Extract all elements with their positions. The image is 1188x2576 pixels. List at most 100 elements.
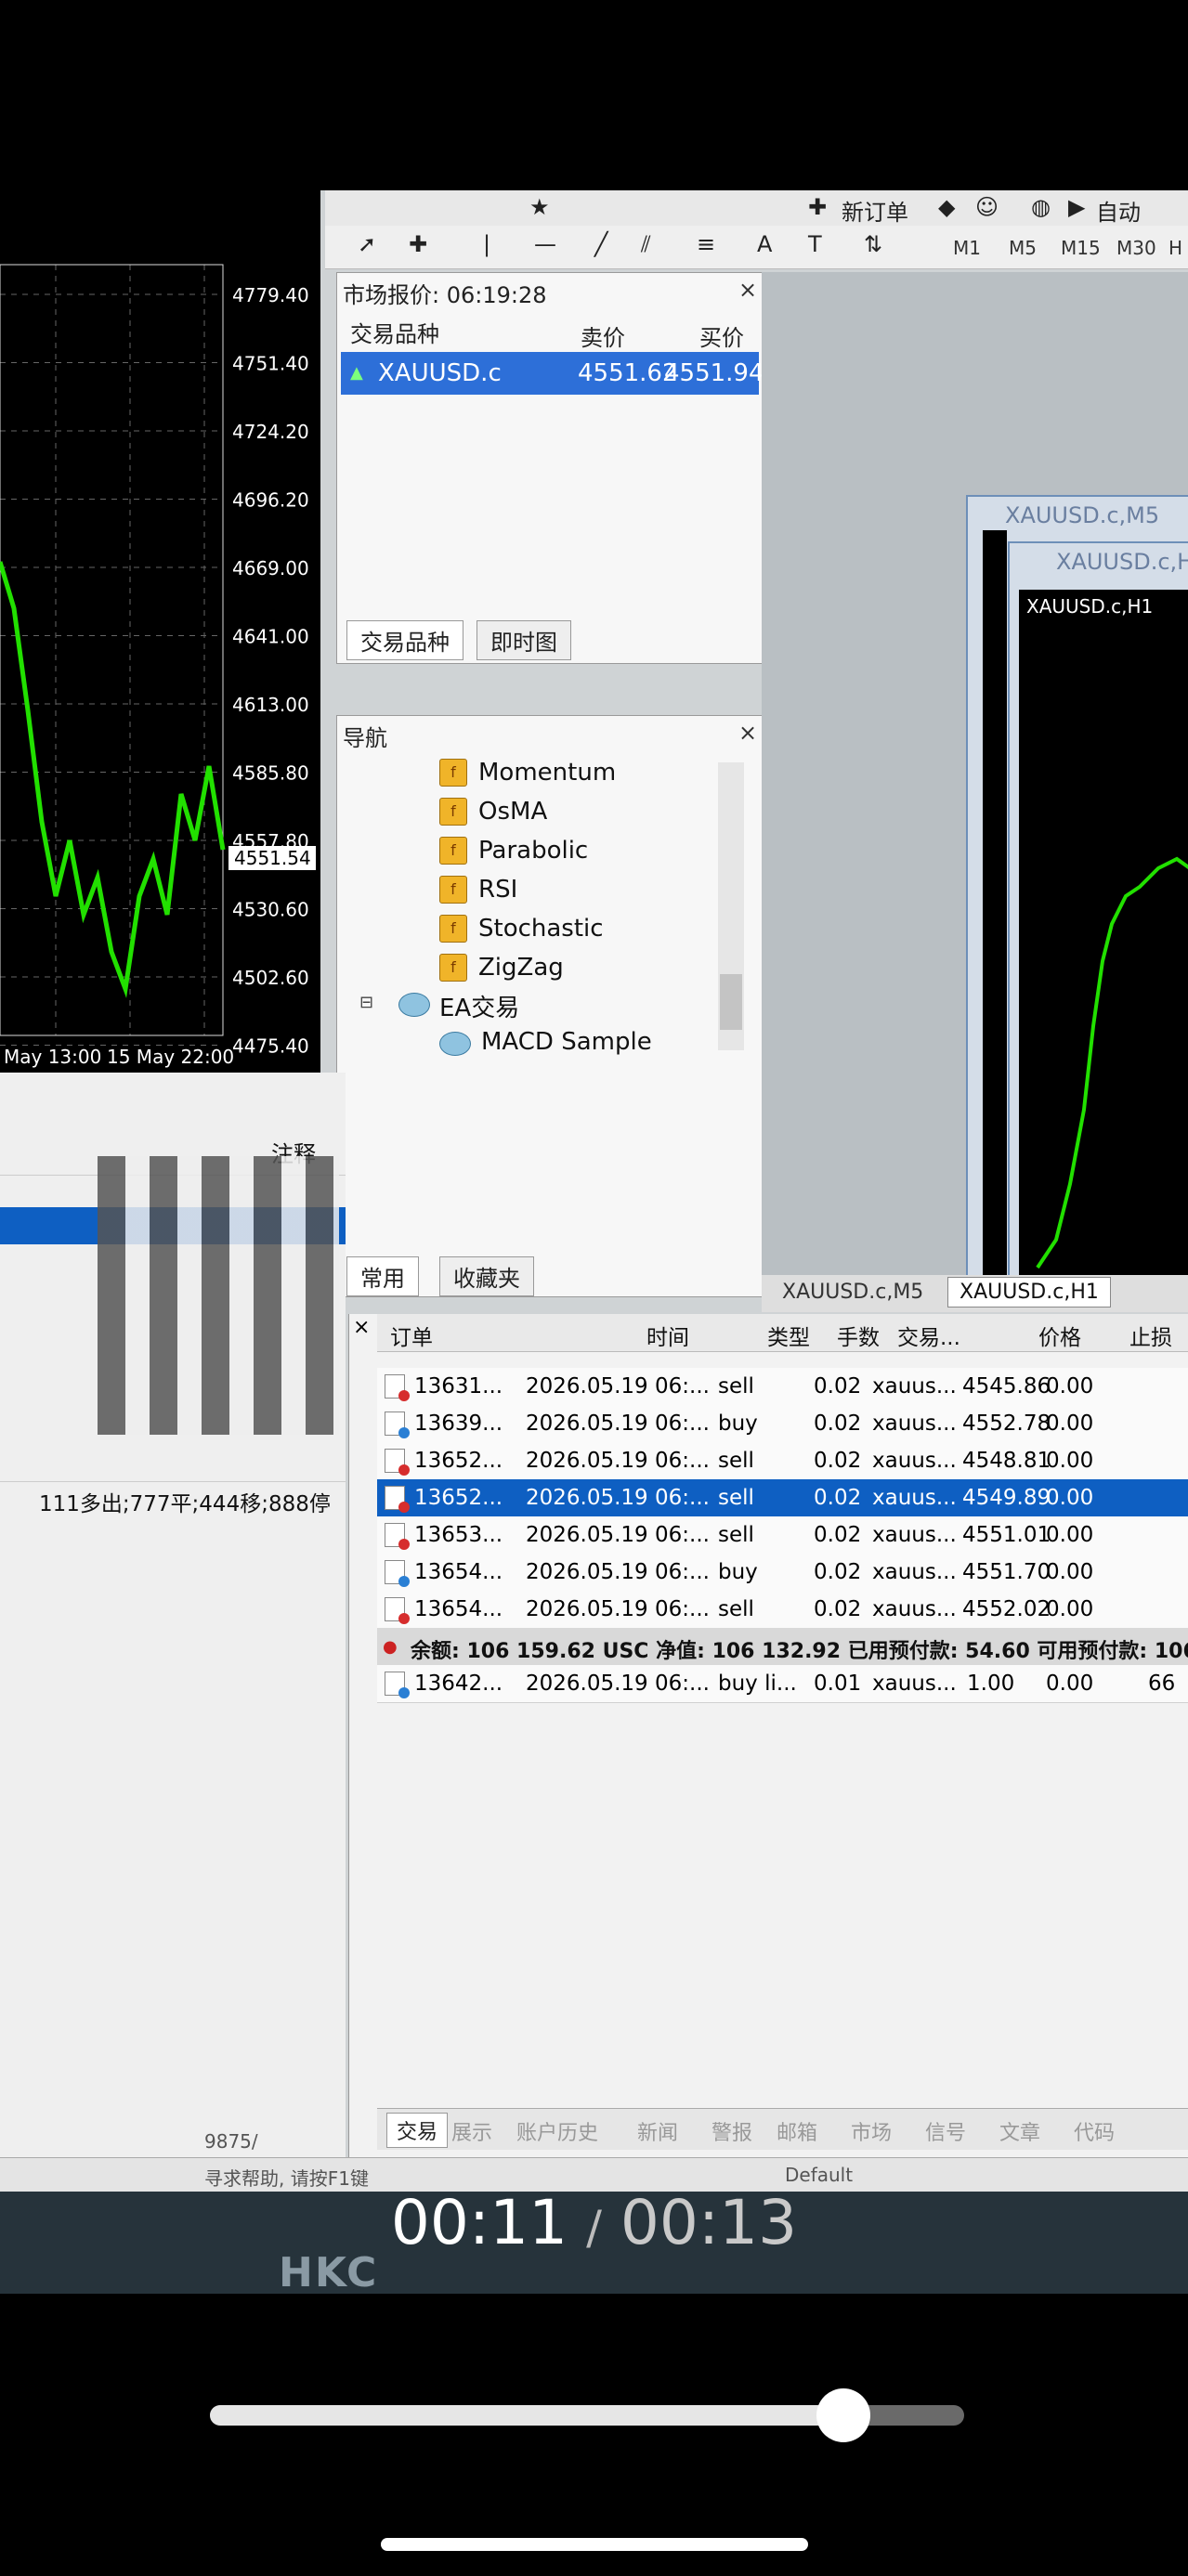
col-sl[interactable]: 止损: [1129, 1320, 1172, 1351]
col-time[interactable]: 时间: [646, 1320, 689, 1351]
horizontal-line-icon[interactable]: —: [534, 231, 556, 257]
new-order-icon[interactable]: ✚: [808, 194, 827, 220]
scroll-thumb[interactable]: [720, 974, 742, 1030]
close-icon[interactable]: ×: [353, 1316, 370, 1339]
text-icon[interactable]: A: [757, 231, 772, 257]
cell-time: 2026.05.19 06:...: [526, 1672, 710, 1696]
tab-favorites[interactable]: 收藏夹: [439, 1256, 534, 1296]
new-order-button[interactable]: 新订单: [842, 194, 908, 227]
trade-row[interactable]: 13652... 2026.05.19 06:... sell 0.02 xauus..…: [377, 1479, 1188, 1517]
terminal-tab[interactable]: 警报: [711, 2116, 752, 2146]
cell-lots: 0.02: [814, 1412, 862, 1436]
cell-time: 2026.05.19 06:...: [526, 1449, 710, 1473]
trade-row[interactable]: 13639... 2026.05.19 06:... buy 0.02 xauus...…: [377, 1405, 1188, 1443]
symbol-row-xauusd[interactable]: ▲ XAUUSD.c 4551.62 4551.94: [341, 352, 764, 395]
status-signal: 9875/: [204, 2130, 258, 2153]
bid-value: 4551.62: [578, 359, 678, 387]
price-tick-label: 4724.20: [232, 421, 309, 443]
tab-tick-chart[interactable]: 即时图: [477, 620, 571, 660]
terminal-tab[interactable]: 账户历史: [516, 2116, 598, 2146]
scrubber-knob[interactable]: [816, 2388, 871, 2442]
nav-item-momentum[interactable]: Momentum: [478, 759, 616, 787]
tab-symbols[interactable]: 交易品种: [346, 620, 463, 660]
fibonacci-icon[interactable]: ≡: [697, 231, 715, 257]
video-scrubber[interactable]: [210, 2388, 964, 2442]
tf-m5[interactable]: M5: [1009, 237, 1037, 259]
col-order[interactable]: 订单: [390, 1320, 433, 1351]
tf-m30[interactable]: M30: [1116, 237, 1156, 259]
cursor-icon[interactable]: ➚: [358, 231, 376, 257]
nav-item-zigzag[interactable]: ZigZag: [478, 954, 564, 982]
order-comment-legend: 111多出;777平;444移;888停: [39, 1492, 331, 1516]
indicator-icon: f: [439, 876, 467, 904]
nav-item-osma[interactable]: OsMA: [478, 798, 547, 826]
cell-sl: 0.00: [1046, 1374, 1094, 1399]
terminal-trade-panel: × 订单 时间 类型 手数 交易... 价格 止损 13631... 2026.0…: [348, 1314, 1188, 2168]
nav-item-rsi[interactable]: RSI: [478, 876, 517, 904]
cell-time: 2026.05.19 06:...: [526, 1523, 710, 1547]
home-indicator[interactable]: [381, 2538, 808, 2551]
user-icon[interactable]: ☺: [975, 194, 999, 220]
autotrade-icon[interactable]: ▶: [1068, 194, 1085, 220]
tab-common[interactable]: 常用: [346, 1256, 419, 1296]
chart-tab-h1[interactable]: XAUUSD.c,H1: [947, 1277, 1111, 1308]
sell-order-icon: [385, 1374, 410, 1401]
terminal-tab[interactable]: 文章: [999, 2116, 1040, 2146]
wave-icon[interactable]: ◍: [1031, 194, 1051, 220]
nav-item-macd-sample[interactable]: MACD Sample: [481, 1028, 652, 1056]
collapse-icon[interactable]: ⊟: [359, 993, 373, 1012]
col-ask[interactable]: 买价: [699, 319, 744, 352]
tf-m1[interactable]: M1: [953, 237, 981, 259]
col-symbol[interactable]: 交易...: [897, 1320, 960, 1351]
left-price-chart: 4779.40 4751.40 4724.20 4696.20 4669.00 4641.…: [0, 190, 320, 1073]
cell-symbol: xauus...: [872, 1597, 957, 1621]
cell-lots: 0.02: [814, 1374, 862, 1399]
col-bid[interactable]: 卖价: [581, 319, 625, 352]
col-symbol[interactable]: 交易品种: [350, 316, 439, 348]
trade-row[interactable]: 13653... 2026.05.19 06:... sell 0.02 xauus..…: [377, 1516, 1188, 1555]
col-type[interactable]: 类型: [767, 1320, 810, 1351]
arrows-icon[interactable]: ⇅: [864, 231, 882, 257]
cell-sl: 0.00: [1046, 1449, 1094, 1473]
cell-time: 2026.05.19 06:...: [526, 1560, 710, 1584]
indicator-icon: f: [439, 837, 467, 865]
terminal-tab[interactable]: 市场: [851, 2116, 892, 2146]
nav-item-parabolic[interactable]: Parabolic: [478, 837, 588, 865]
cell-symbol: xauus...: [872, 1486, 957, 1510]
star-icon[interactable]: ★: [529, 194, 550, 220]
terminal-tab[interactable]: 展示: [451, 2116, 492, 2146]
pending-order-row[interactable]: 13642... 2026.05.19 06:... buy li... 0.0…: [377, 1665, 1188, 1703]
diamond-icon[interactable]: ◆: [938, 194, 955, 220]
trade-row[interactable]: 13652... 2026.05.19 06:... sell 0.02 xauus..…: [377, 1442, 1188, 1480]
tf-h1[interactable]: H: [1168, 237, 1182, 259]
terminal-tab[interactable]: 代码: [1074, 2116, 1115, 2146]
vertical-line-icon[interactable]: |: [483, 231, 490, 257]
trade-row[interactable]: 13654... 2026.05.19 06:... buy 0.02 xauus...…: [377, 1554, 1188, 1592]
autotrade-button[interactable]: 自动: [1096, 194, 1141, 227]
tf-m15[interactable]: M15: [1061, 237, 1101, 259]
trade-row[interactable]: 13654... 2026.05.19 06:... sell 0.02 xauus..…: [377, 1591, 1188, 1629]
nav-item-stochastic[interactable]: Stochastic: [478, 915, 604, 943]
col-lots[interactable]: 手数: [837, 1320, 880, 1351]
chart-tab-m5[interactable]: XAUUSD.c,M5: [782, 1281, 923, 1304]
terminal-tab[interactable]: 新闻: [637, 2116, 678, 2146]
text-label-icon[interactable]: T: [808, 231, 822, 257]
trade-row[interactable]: 13631... 2026.05.19 06:... sell 0.02 xauus..…: [377, 1368, 1188, 1406]
channel-icon[interactable]: ⫽: [641, 231, 651, 257]
terminal-tab[interactable]: 交易: [386, 2113, 449, 2148]
col-price[interactable]: 价格: [1038, 1320, 1081, 1351]
nav-folder-ea[interactable]: EA交易: [439, 989, 519, 1023]
trendline-icon[interactable]: ╱: [594, 231, 607, 257]
ea-folder-icon: [398, 993, 430, 1017]
terminal-tab[interactable]: 信号: [925, 2116, 966, 2146]
chart-window-h1[interactable]: XAUUSD.c,H1 XAUUSD.c,H1: [1008, 541, 1188, 1279]
price-series-line: [0, 561, 226, 998]
crosshair-icon[interactable]: ✚: [409, 231, 427, 257]
buy-order-icon: [385, 1560, 410, 1587]
cell-lots: 0.02: [814, 1560, 862, 1584]
close-icon[interactable]: ×: [738, 277, 757, 303]
chart-frame: [0, 264, 224, 1036]
terminal-tab[interactable]: 邮箱: [777, 2116, 817, 2146]
close-icon[interactable]: ×: [738, 720, 757, 746]
navigator-scrollbar[interactable]: [718, 762, 744, 1050]
